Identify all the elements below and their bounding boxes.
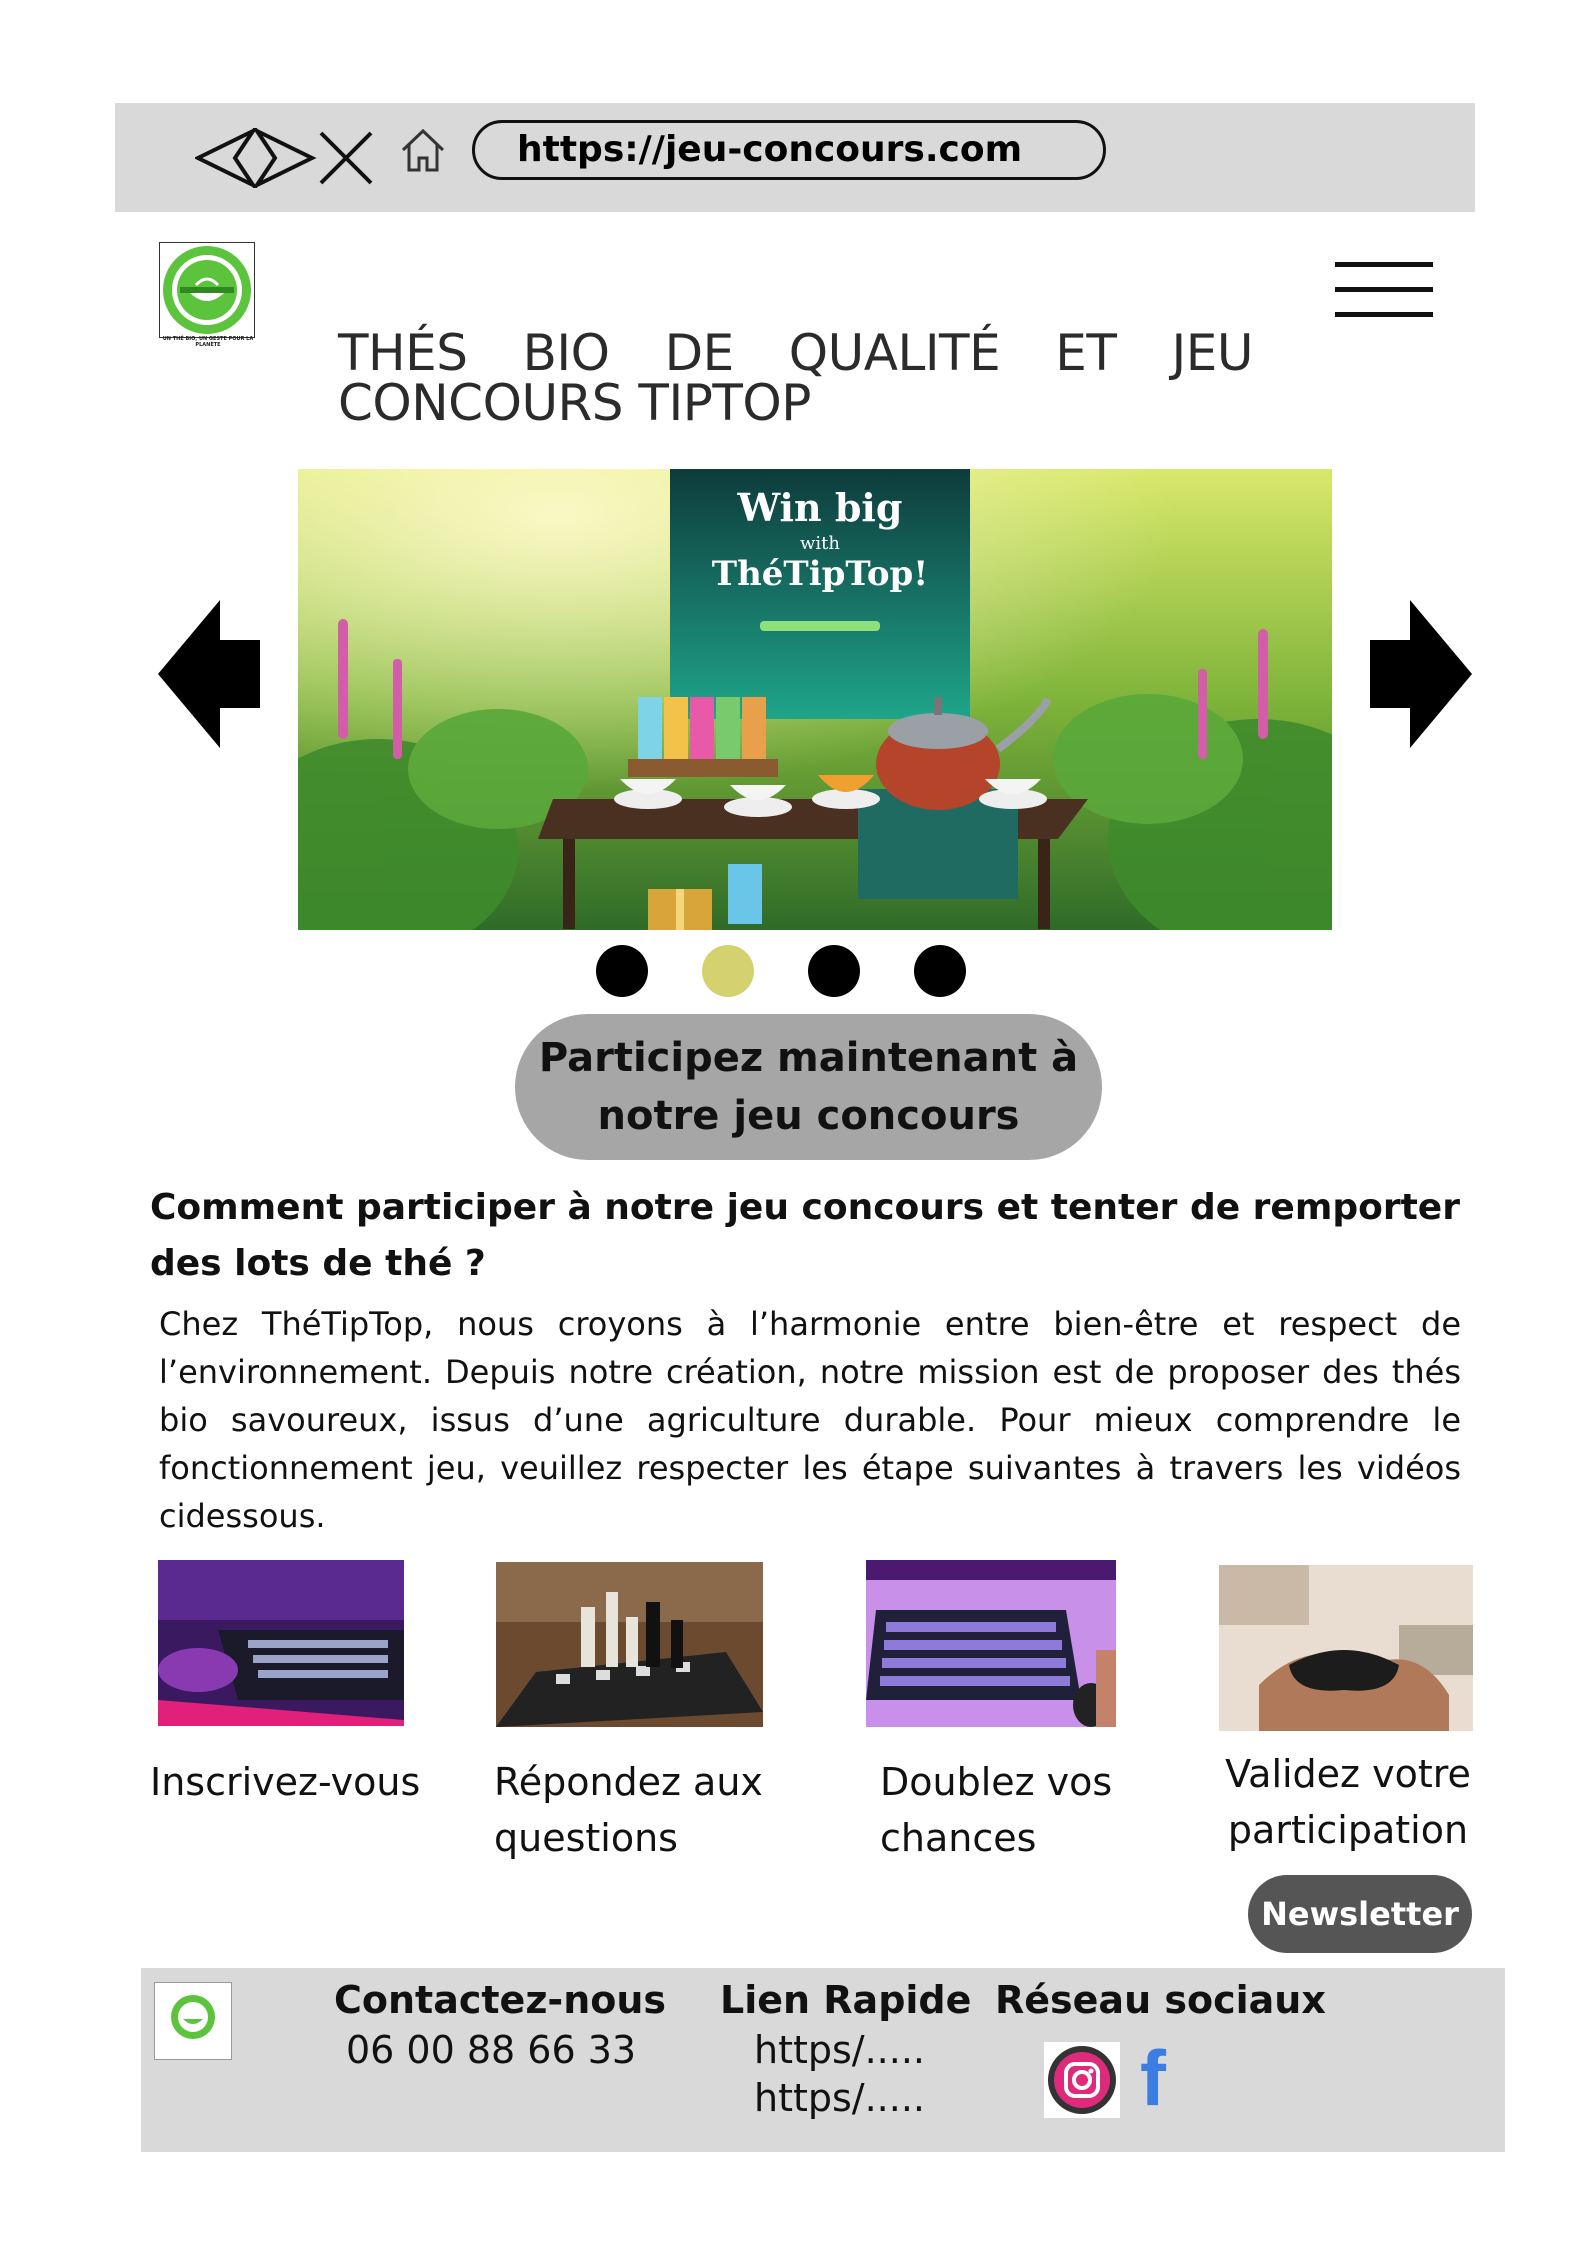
carousel-dot-4[interactable] [914, 945, 966, 997]
step-4-video-thumbnail[interactable] [1219, 1565, 1473, 1731]
step-3-video-thumbnail[interactable] [866, 1560, 1116, 1727]
instagram-icon[interactable] [1044, 2042, 1120, 2118]
footer-logo[interactable] [154, 1982, 232, 2060]
home-icon[interactable] [398, 126, 448, 176]
step-1-label: Inscrivez-vous [150, 1760, 421, 1804]
banner-line2: with [800, 533, 840, 554]
carousel-dot-2[interactable] [702, 945, 754, 997]
carousel-next-arrow-icon[interactable] [1370, 600, 1472, 748]
page-title: THÉS BIO DE QUALITÉ ET JEU CONCOURS TIPT… [338, 324, 1254, 432]
section-body: Chez ThéTipTop, nous croyons à l’harmoni… [159, 1305, 1461, 1535]
footer-contact-heading: Contactez-nous [334, 1978, 667, 2022]
step-1-video-thumbnail[interactable] [158, 1560, 404, 1726]
logo-caption: UN THÉ BIO, UN GESTE POUR LA PLANÈTE [162, 336, 254, 348]
footer-link-2[interactable]: https/..... [754, 2076, 925, 2120]
carousel-dot-3[interactable] [808, 945, 860, 997]
facebook-icon[interactable]: f [1140, 2038, 1166, 2118]
hamburger-icon[interactable] [1335, 262, 1433, 320]
back-chevron-icon[interactable] [195, 128, 258, 188]
forward-chevron-icon[interactable] [252, 128, 317, 188]
carousel-prev-arrow-icon[interactable] [158, 600, 260, 748]
banner-line1: Win big [737, 485, 903, 530]
footer-links-heading: Lien Rapide [720, 1978, 972, 2022]
carousel-slide-image[interactable]: Win big with ThéTipTop! [298, 469, 1332, 930]
url-field[interactable]: https://jeu-concours.com [472, 120, 1106, 180]
banner-line3: ThéTipTop! [712, 554, 928, 594]
browser-nav-icons [195, 128, 373, 188]
brand-logo[interactable] [159, 242, 255, 338]
newsletter-button[interactable]: Newsletter [1248, 1875, 1472, 1953]
step-4-label: Validez votre participation [1225, 1752, 1471, 1852]
step-2-label: Répondez aux questions [494, 1760, 763, 1860]
footer-link-1[interactable]: https/..... [754, 2028, 925, 2072]
footer-social-heading: Réseau sociaux [995, 1978, 1326, 2022]
participate-button[interactable]: Participez maintenant à notre jeu concou… [515, 1014, 1102, 1160]
section-heading: Comment participer à notre jeu concours … [150, 1187, 1460, 1284]
footer-phone[interactable]: 06 00 88 66 33 [346, 2028, 636, 2072]
step-3-label: Doublez vos chances [880, 1760, 1113, 1860]
step-2-video-thumbnail[interactable] [496, 1562, 763, 1727]
close-icon[interactable] [319, 131, 373, 185]
carousel-dot-1[interactable] [596, 945, 648, 997]
